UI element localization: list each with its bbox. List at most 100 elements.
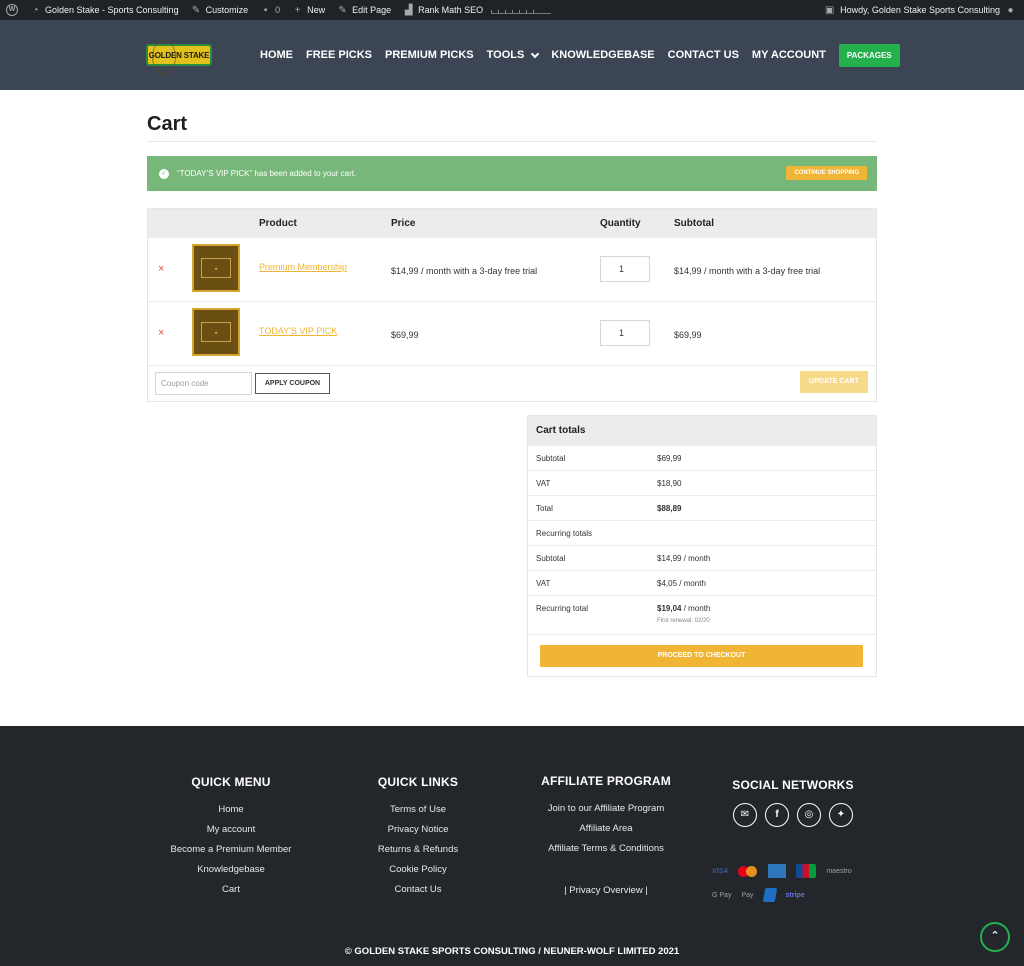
continue-shopping-button[interactable]: CONTINUE SHOPPING: [786, 166, 867, 180]
proceed-to-checkout-button[interactable]: PROCEED TO CHECKOUT: [540, 645, 863, 667]
visa-icon: VISA: [712, 867, 729, 875]
google-pay-icon: G Pay: [712, 891, 732, 899]
brush-icon: ✎: [191, 4, 201, 16]
apply-coupon-button[interactable]: APPLY COUPON: [255, 373, 330, 394]
nav-my-account[interactable]: MY ACCOUNT: [752, 49, 826, 61]
quantity-input[interactable]: 1: [600, 320, 650, 346]
customize-label: Customize: [205, 5, 249, 15]
footer-link[interactable]: Affiliate Terms & Conditions: [516, 839, 696, 859]
email-icon[interactable]: ✉: [733, 803, 757, 827]
privacy-overview-link[interactable]: | Privacy Overview |: [516, 881, 696, 901]
footer-link[interactable]: Contact Us: [338, 880, 498, 900]
instagram-icon[interactable]: ◎: [797, 803, 821, 827]
cart-actions: Coupon code APPLY COUPON UPDATE CART: [148, 365, 876, 401]
site-name: Golden Stake - Sports Consulting: [45, 5, 179, 15]
admin-bar: W ◔ Golden Stake - Sports Consulting ✎ Cus…: [0, 0, 1024, 20]
totals-label: Recurring total: [536, 604, 589, 613]
screen-icon: ▣: [824, 4, 835, 16]
product-thumbnail[interactable]: ★: [192, 244, 240, 292]
footer-social: SOCIAL NETWORKS ✉ f ◎ ✦: [713, 778, 873, 827]
totals-value: $69,99: [657, 454, 682, 463]
amex-icon: [768, 864, 787, 878]
footer-link[interactable]: Join to our Affiliate Program: [516, 799, 696, 819]
totals-label: Total: [536, 504, 553, 513]
social-icons: ✉ f ◎ ✦: [713, 803, 873, 827]
footer-link[interactable]: Become a Premium Member: [131, 840, 331, 860]
wordpress-icon: W: [6, 4, 18, 16]
nav-tools[interactable]: TOOLS: [487, 49, 540, 61]
totals-label: Subtotal: [536, 454, 566, 463]
nav-contact-us[interactable]: CONTACT US: [668, 49, 739, 61]
site-logo[interactable]: GOLDEN STAKE: [146, 40, 212, 74]
edit-page-label: Edit Page: [352, 5, 392, 15]
recurring-total-suffix: / month: [681, 604, 711, 613]
check-circle-icon: ✓: [159, 168, 169, 179]
footer-link[interactable]: Terms of Use: [338, 800, 498, 820]
product-link[interactable]: TODAY'S VIP PICK: [259, 326, 337, 336]
footer-link[interactable]: Returns & Refunds: [338, 840, 498, 860]
remove-item-icon[interactable]: ×: [158, 263, 164, 275]
header-subtotal: Subtotal: [674, 218, 714, 229]
packages-button[interactable]: PACKAGES: [838, 43, 900, 67]
quantity-input[interactable]: 1: [600, 256, 650, 282]
paypal-icon: [762, 888, 777, 902]
new-label: New: [307, 5, 326, 15]
update-cart-button[interactable]: UPDATE CART: [800, 371, 868, 393]
remove-item-icon[interactable]: ×: [158, 327, 164, 339]
header-product: Product: [259, 218, 297, 229]
footer-affiliate: AFFILIATE PROGRAM Join to our Affiliate …: [516, 774, 696, 901]
comments-link[interactable]: ▪ 0: [254, 0, 286, 20]
howdy-account[interactable]: Howdy, Golden Stake Sports Consulting: [840, 5, 1000, 15]
product-link[interactable]: Premium Membership: [259, 262, 347, 272]
chevron-down-icon: [531, 49, 540, 58]
edit-page-link[interactable]: ✎ Edit Page: [331, 0, 397, 20]
cart-table: Product Price Quantity Subtotal × ★ Prem…: [147, 208, 877, 402]
nav-home[interactable]: HOME: [260, 49, 293, 61]
footer-link[interactable]: Cart: [131, 880, 331, 900]
footer-link[interactable]: Affiliate Area: [516, 819, 696, 839]
user-avatar-icon: ●: [1007, 4, 1014, 16]
site-header: GOLDEN STAKE HOME FREE PICKS PREMIUM PIC…: [0, 20, 1024, 90]
new-content-menu[interactable]: + New: [286, 0, 331, 20]
recurring-total-amount: $19,04: [657, 604, 682, 613]
maestro-icon: maestro: [826, 867, 852, 875]
header-quantity: Quantity: [600, 218, 641, 229]
footer-heading: SOCIAL NETWORKS: [732, 778, 854, 792]
footer-link[interactable]: Knowledgebase: [131, 860, 331, 880]
jcb-icon: [796, 864, 817, 878]
product-price: $69,99: [391, 330, 419, 340]
cart-totals-heading: Cart totals: [528, 416, 876, 445]
logo-text: GOLDEN STAKE: [148, 50, 210, 60]
totals-label: Subtotal: [536, 554, 566, 563]
nav-knowledgebase[interactable]: KNOWLEDGEBASE: [551, 49, 654, 61]
totals-row: Recurring totals: [528, 520, 876, 545]
footer-link[interactable]: Privacy Notice: [338, 820, 498, 840]
product-thumbnail[interactable]: ★: [192, 308, 240, 356]
rank-math-menu[interactable]: ▟ Rank Math SEO: [397, 0, 557, 20]
comment-icon: ▪: [263, 4, 268, 16]
rank-math-icon: ▟: [404, 4, 413, 16]
footer-link[interactable]: Home: [131, 800, 331, 820]
notice-text: “TODAY’S VIP PICK” has been added to you…: [177, 169, 357, 178]
site-name-menu[interactable]: ◔ Golden Stake - Sports Consulting: [24, 0, 185, 20]
footer-heading: AFFILIATE PROGRAM: [541, 774, 671, 788]
nav-free-picks[interactable]: FREE PICKS: [306, 49, 372, 61]
cart-item-row: × ★ TODAY'S VIP PICK $69,99 1 $69,99: [148, 301, 876, 365]
recurring-total-row: Recurring total $19,04 / month First ren…: [528, 595, 876, 634]
rank-math-label: Rank Math SEO: [418, 5, 484, 15]
totals-label: VAT: [536, 479, 551, 488]
facebook-icon[interactable]: f: [765, 803, 789, 827]
totals-value: $18,90: [657, 479, 682, 488]
totals-value: $14,99 / month: [657, 554, 711, 563]
recurring-total-value: $19,04 / month: [657, 604, 710, 613]
footer-link[interactable]: My account: [131, 820, 331, 840]
wp-logo-menu[interactable]: W: [0, 0, 24, 20]
plus-icon: +: [294, 4, 301, 16]
customize-link[interactable]: ✎ Customize: [185, 0, 255, 20]
nav-premium-picks[interactable]: PREMIUM PICKS: [385, 49, 474, 61]
twitter-icon[interactable]: ✦: [829, 803, 853, 827]
footer-link[interactable]: Cookie Policy: [338, 860, 498, 880]
cart-totals: Cart totals Subtotal $69,99 VAT $18,90 Tot…: [527, 415, 877, 677]
coupon-code-input[interactable]: Coupon code: [155, 372, 252, 395]
cart-table-header: Product Price Quantity Subtotal: [148, 209, 876, 237]
